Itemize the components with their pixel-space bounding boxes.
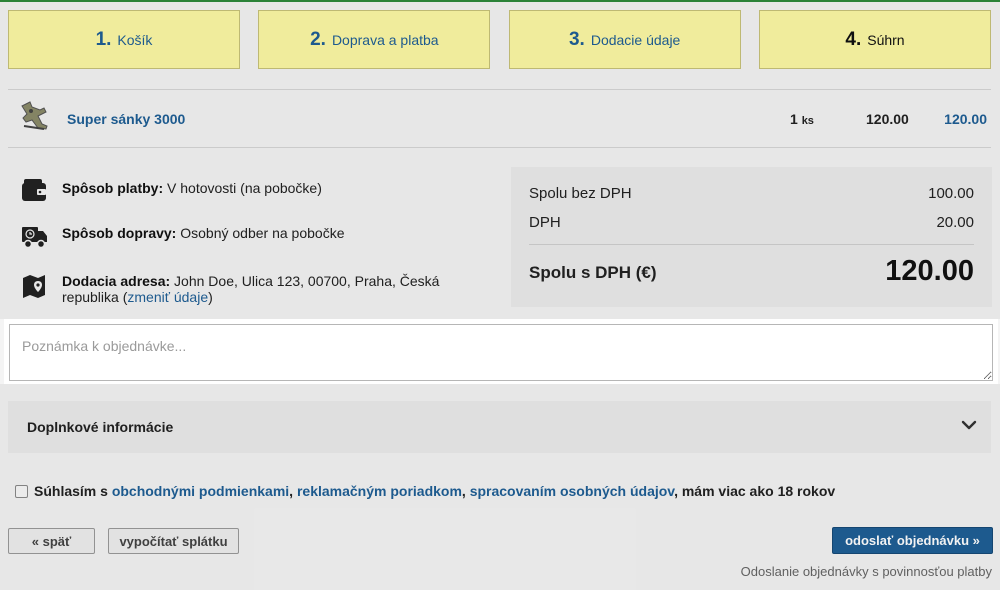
- summary-row-without-vat: Spolu bez DPH 100.00: [529, 185, 974, 202]
- agreement-prefix: Súhlasím s: [34, 483, 112, 499]
- step-shipping-payment[interactable]: 2. Doprava a platba: [258, 10, 491, 69]
- privacy-link[interactable]: spracovaním osobných údajov: [470, 483, 674, 499]
- order-note-container: [4, 319, 998, 384]
- agreement-separator: ,: [461, 483, 470, 499]
- step-summary: 4. Súhrn: [758, 10, 991, 69]
- checkout-steps: 1. Košík 2. Doprava a platba 3. Dodacie …: [8, 10, 991, 69]
- step-number: 4.: [845, 28, 862, 50]
- delivery-label: Spôsob dopravy:: [62, 225, 177, 241]
- additional-info-accordion[interactable]: Doplnkové informácie: [8, 401, 991, 453]
- cart-product-row: Super sánky 3000 1 ks 120.00 120.00: [8, 90, 991, 147]
- map-pin-icon: [23, 275, 45, 298]
- divider: [8, 147, 991, 148]
- truck-icon: [22, 227, 47, 249]
- product-quantity: 1 ks: [790, 111, 814, 127]
- order-note-textarea[interactable]: [9, 324, 993, 381]
- step-cart[interactable]: 1. Košík: [8, 10, 240, 69]
- change-details-link[interactable]: zmeniť údaje: [127, 289, 208, 305]
- payment-label: Spôsob platby:: [62, 180, 164, 196]
- submit-footnote: Odoslanie objednávky s povinnosťou platb…: [740, 564, 992, 579]
- top-accent-line: [0, 0, 1000, 2]
- agreement-suffix: , mám viac ako 18 rokov: [674, 483, 836, 499]
- step-label: Súhrn: [867, 31, 905, 48]
- step-delivery-details[interactable]: 3. Dodacie údaje: [508, 10, 741, 69]
- complaints-link[interactable]: reklamačným poriadkom: [297, 483, 462, 499]
- order-summary-box: Spolu bez DPH 100.00 DPH 20.00 Spolu s D…: [511, 167, 992, 307]
- agreement-separator: ,: [289, 483, 297, 499]
- step-number: 3.: [568, 28, 585, 50]
- chevron-down-icon[interactable]: [961, 417, 977, 433]
- summary-divider: [529, 244, 974, 245]
- sled-icon[interactable]: [18, 98, 50, 132]
- total-label: Spolu s DPH (€): [529, 263, 657, 282]
- product-total-price: 120.00: [944, 111, 987, 127]
- vat-value: 20.00: [936, 214, 974, 231]
- step-number: 1.: [95, 28, 112, 50]
- back-button[interactable]: « späť: [8, 528, 95, 554]
- step-label: Dodacie údaje: [590, 31, 681, 48]
- step-number: 2.: [310, 28, 326, 50]
- without-vat-value: 100.00: [928, 185, 974, 202]
- wallet-icon: [22, 179, 46, 201]
- address-label: Dodacia adresa:: [62, 273, 171, 289]
- product-unit-price: 120.00: [866, 111, 909, 127]
- delivery-value: Osobný odber na pobočke: [176, 225, 345, 241]
- total-value: 120.00: [885, 255, 974, 287]
- step-label: Košík: [117, 31, 153, 48]
- summary-row-vat: DPH 20.00: [529, 214, 974, 231]
- payment-value: V hotovosti (na pobočke): [163, 180, 322, 196]
- submit-order-button[interactable]: odoslať objednávku »: [832, 527, 993, 554]
- vat-label: DPH: [529, 214, 561, 231]
- step-label: Doprava a platba: [331, 31, 439, 48]
- terms-checkbox[interactable]: [15, 485, 28, 498]
- additional-info-label: Doplnkové informácie: [27, 419, 174, 435]
- calculate-installment-button[interactable]: vypočítať splátku: [108, 528, 239, 554]
- terms-agreement: Súhlasím s obchodnými podmienkami, rekla…: [15, 483, 835, 499]
- quantity-value: 1: [790, 111, 798, 127]
- terms-link[interactable]: obchodnými podmienkami: [112, 483, 289, 499]
- product-name-link[interactable]: Super sánky 3000: [67, 111, 185, 127]
- quantity-unit: ks: [801, 115, 814, 127]
- without-vat-label: Spolu bez DPH: [529, 185, 632, 202]
- address-close: ): [208, 289, 213, 305]
